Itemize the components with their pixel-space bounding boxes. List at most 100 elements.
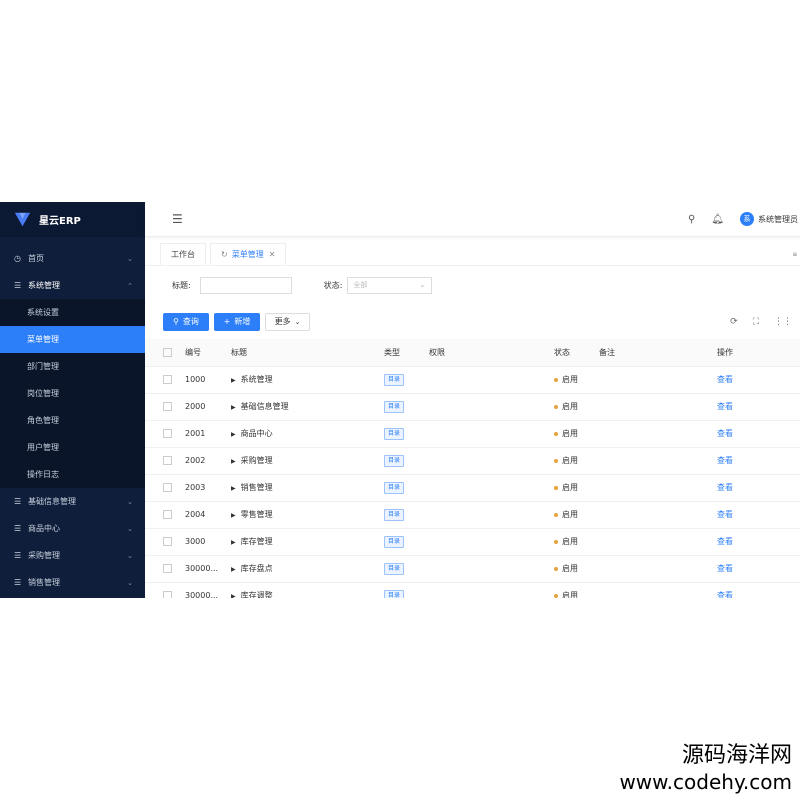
col-note[interactable]: 备注 xyxy=(599,339,717,366)
status-dot xyxy=(554,404,558,409)
add-button[interactable]: + 新增 xyxy=(214,312,260,331)
brand[interactable]: 星云ERP xyxy=(0,202,145,237)
table-row[interactable]: 3000 ▶ 库存管理 目录 启用 查看 xyxy=(145,528,800,555)
view-link[interactable]: 查看 xyxy=(717,456,733,465)
col-type[interactable]: 类型 xyxy=(384,339,429,366)
expand-icon[interactable]: ▶ xyxy=(231,566,236,573)
fullscreen-icon[interactable]: ⛶ xyxy=(753,317,759,327)
col-action[interactable]: 操作 xyxy=(717,339,800,366)
row-checkbox[interactable] xyxy=(163,537,172,546)
cell-status: 启用 xyxy=(554,393,599,420)
type-tag: 目录 xyxy=(384,589,405,598)
cell-type: 目录 xyxy=(384,501,429,528)
title-input[interactable] xyxy=(199,276,292,294)
user-name[interactable]: 系统管理员 xyxy=(758,214,798,225)
view-link[interactable]: 查看 xyxy=(717,483,733,492)
view-link[interactable]: 查看 xyxy=(717,564,733,573)
lock-icon[interactable]: 🔒︎ xyxy=(793,249,797,259)
view-link[interactable]: 查看 xyxy=(717,510,733,519)
col-title[interactable]: 标题 xyxy=(231,339,384,366)
table-row[interactable]: 30000... ▶ 库存调整 目录 启用 查看 xyxy=(145,582,800,598)
status-label: 状态: xyxy=(323,280,343,290)
col-perm[interactable]: 权限 xyxy=(429,339,554,366)
status-select[interactable]: 全部 ⌄ xyxy=(347,276,433,294)
sidebar-item[interactable]: 系统设置 xyxy=(0,299,145,326)
avatar[interactable]: 系 xyxy=(740,212,754,226)
table-row[interactable]: 2001 ▶ 商品中心 目录 启用 查看 xyxy=(145,420,800,447)
cell-note xyxy=(599,474,717,501)
tab-menu-management[interactable]: ↻ 菜单管理 ✕ xyxy=(210,243,287,265)
table-row[interactable]: 2004 ▶ 零售管理 目录 启用 查看 xyxy=(145,501,800,528)
expand-icon[interactable]: ▶ xyxy=(231,404,236,411)
expand-icon[interactable]: ▶ xyxy=(231,593,236,598)
row-checkbox[interactable] xyxy=(163,483,172,492)
sidebar-item[interactable]: 角色管理 xyxy=(0,407,145,434)
sidebar-item-label: 采购管理 xyxy=(28,551,60,560)
sidebar-item[interactable]: 用户管理 xyxy=(0,434,145,461)
bell-icon[interactable]: 🔔︎ xyxy=(711,214,724,225)
query-button[interactable]: ⚲ 查询 xyxy=(163,312,209,331)
col-id[interactable]: 编号 xyxy=(185,339,231,366)
type-tag: 目录 xyxy=(384,373,405,386)
table-row[interactable]: 1000 ▶ 系统管理 目录 启用 查看 xyxy=(145,366,800,393)
row-checkbox[interactable] xyxy=(163,456,172,465)
type-tag: 目录 xyxy=(384,535,405,548)
table-row[interactable]: 30000... ▶ 库存盘点 目录 启用 查看 xyxy=(145,555,800,582)
sidebar-item[interactable]: ◷ 首页 ⌄ xyxy=(0,245,145,272)
search-icon[interactable]: ⚲ xyxy=(688,214,695,225)
cell-status: 启用 xyxy=(554,366,599,393)
sidebar-item[interactable]: ☰ 基础信息管理 ⌄ xyxy=(0,488,145,515)
cell-action: 查看 xyxy=(717,501,800,528)
tab-bar: 工作台 ↻ 菜单管理 ✕ 🔒︎ xyxy=(145,237,800,265)
table-row[interactable]: 2002 ▶ 采购管理 目录 启用 查看 xyxy=(145,447,800,474)
row-checkbox[interactable] xyxy=(163,510,172,519)
cell-note xyxy=(599,528,717,555)
cell-title: ▶ 库存盘点 xyxy=(231,555,384,582)
grid-icon[interactable]: ⋮⋮ xyxy=(774,317,792,327)
view-link[interactable]: 查看 xyxy=(717,591,733,598)
row-checkbox[interactable] xyxy=(163,564,172,573)
sidebar-item[interactable]: 菜单管理 xyxy=(0,326,145,353)
sidebar-item[interactable]: ☰ 商品中心 ⌄ xyxy=(0,515,145,542)
row-checkbox[interactable] xyxy=(163,402,172,411)
sidebar-item[interactable]: 岗位管理 xyxy=(0,380,145,407)
expand-icon[interactable]: ▶ xyxy=(231,485,236,492)
cell-perm xyxy=(429,447,554,474)
sidebar-item[interactable]: ☰ 销售管理 ⌄ xyxy=(0,569,145,596)
cell-title: ▶ 系统管理 xyxy=(231,366,384,393)
close-icon[interactable]: ✕ xyxy=(269,250,276,259)
view-link[interactable]: 查看 xyxy=(717,537,733,546)
more-button[interactable]: 更多 ⌄ xyxy=(265,312,310,331)
table-row[interactable]: 2003 ▶ 销售管理 目录 启用 查看 xyxy=(145,474,800,501)
table-row[interactable]: 2000 ▶ 基础信息管理 目录 启用 查看 xyxy=(145,393,800,420)
tab-workbench[interactable]: 工作台 xyxy=(160,243,206,265)
view-link[interactable]: 查看 xyxy=(717,402,733,411)
sidebar-item[interactable]: 部门管理 xyxy=(0,353,145,380)
sidebar-item[interactable]: ☰ 采购管理 ⌄ xyxy=(0,542,145,569)
row-checkbox[interactable] xyxy=(163,375,172,384)
cell-type: 目录 xyxy=(384,393,429,420)
expand-icon[interactable]: ▶ xyxy=(231,512,236,519)
type-tag: 目录 xyxy=(384,400,405,413)
title-label: 标题: xyxy=(172,280,191,290)
select-all-checkbox[interactable] xyxy=(163,347,172,357)
row-checkbox[interactable] xyxy=(163,591,172,598)
sidebar-item[interactable]: 操作日志 xyxy=(0,461,145,488)
cell-status: 启用 xyxy=(554,555,599,582)
col-status[interactable]: 状态 xyxy=(554,339,599,366)
cell-id: 1000 xyxy=(185,375,206,384)
view-link[interactable]: 查看 xyxy=(717,375,733,384)
query-label: 查询 xyxy=(182,317,199,326)
sidebar-item[interactable]: ☰ 系统管理 ⌃ xyxy=(0,272,145,299)
status-dot xyxy=(554,593,558,598)
menu-fold-icon[interactable]: ☰ xyxy=(172,212,183,226)
chevron-down-icon: ⌄ xyxy=(127,578,133,587)
refresh-icon[interactable]: ↻ xyxy=(221,250,228,259)
view-link[interactable]: 查看 xyxy=(717,429,733,438)
refresh-icon[interactable]: ⟳ xyxy=(730,317,738,327)
expand-icon[interactable]: ▶ xyxy=(231,377,236,384)
row-checkbox[interactable] xyxy=(163,429,172,438)
expand-icon[interactable]: ▶ xyxy=(231,458,236,465)
expand-icon[interactable]: ▶ xyxy=(231,539,236,546)
expand-icon[interactable]: ▶ xyxy=(231,431,236,438)
